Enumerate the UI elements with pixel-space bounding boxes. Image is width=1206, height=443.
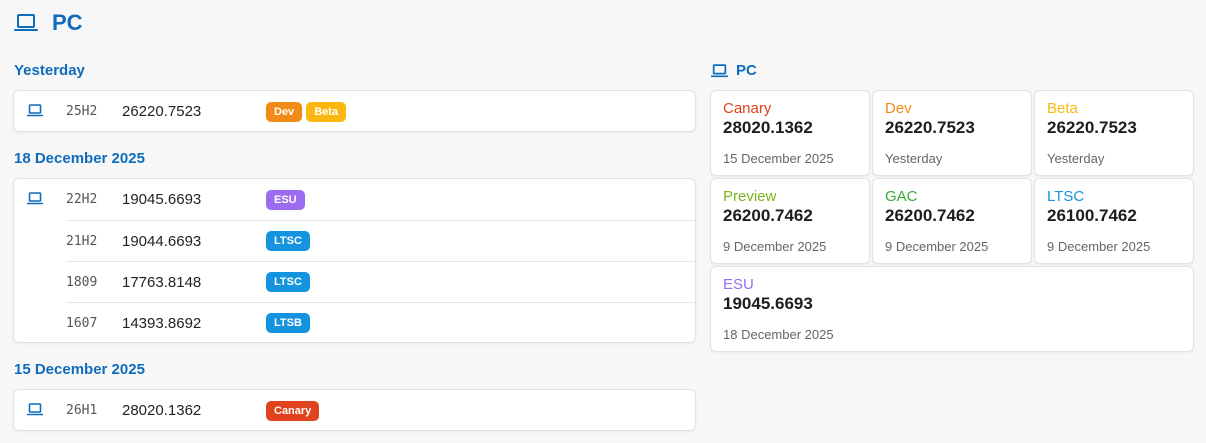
channel-date: 9 December 2025	[1047, 239, 1151, 254]
build-number: 19044.6693	[122, 232, 202, 250]
channel-build: 26220.7523	[1047, 118, 1137, 137]
channel-badge-esu[interactable]: ESU	[266, 189, 305, 210]
channel-badge-canary[interactable]: Canary	[266, 400, 320, 421]
laptop-icon	[711, 63, 728, 78]
channel-name: Dev	[885, 100, 912, 117]
channel-badge-ltsb[interactable]: LTSB	[266, 313, 310, 333]
channel-build: 26200.7462	[885, 206, 975, 225]
channel-build: 19045.6693	[723, 294, 813, 313]
laptop-icon	[26, 403, 44, 421]
channel-build: 26220.7523	[885, 118, 975, 137]
channel-badge-ltsc[interactable]: LTSC	[266, 231, 310, 251]
build-number: 26220.7523	[122, 103, 202, 120]
channel-name: Beta	[1047, 100, 1078, 117]
build-number: 14393.8692	[122, 314, 202, 332]
channel-tile-preview[interactable]: Preview 26200.7462 9 December 2025	[710, 178, 870, 264]
version-label: 25H2	[66, 104, 98, 119]
channel-tile-ltsc[interactable]: LTSC 26100.7462 9 December 2025	[1034, 178, 1194, 264]
channel-tile-dev[interactable]: Dev 26220.7523 Yesterday	[872, 90, 1032, 176]
release-row[interactable]: 25H2 26220.7523 Dev Beta	[14, 91, 695, 132]
laptop-icon	[14, 13, 38, 33]
release-group-card: 25H2 26220.7523 Dev Beta	[13, 90, 696, 132]
build-number: 28020.1362	[122, 402, 202, 419]
release-row[interactable]: 22H2 19045.6693 ESU	[14, 179, 695, 220]
laptop-icon	[26, 192, 44, 210]
release-row[interactable]: 26H1 28020.1362 Canary	[14, 390, 695, 431]
channel-build: 26100.7462	[1047, 206, 1137, 225]
version-label: 1607	[66, 315, 98, 331]
version-label: 26H1	[66, 403, 98, 418]
channel-name: LTSC	[1047, 188, 1085, 205]
channel-badge-dev[interactable]: Dev	[266, 101, 303, 122]
summary-title: PC	[736, 62, 757, 79]
laptop-icon	[26, 104, 44, 122]
build-number: 19045.6693	[122, 191, 202, 208]
channel-badge-ltsc[interactable]: LTSC	[266, 272, 310, 292]
version-label: 22H2	[66, 192, 98, 207]
release-group-card: 26H1 28020.1362 Canary	[13, 389, 696, 431]
channel-tile-esu[interactable]: ESU 19045.6693 18 December 2025	[710, 266, 1194, 352]
summary-header: PC	[711, 62, 757, 79]
channel-date: 9 December 2025	[885, 239, 989, 254]
channel-build: 26200.7462	[723, 206, 813, 225]
channel-tile-canary[interactable]: Canary 28020.1362 15 December 2025	[710, 90, 870, 176]
build-number: 17763.8148	[122, 273, 202, 291]
channel-name: Canary	[723, 100, 772, 117]
version-label: 1809	[66, 274, 98, 290]
release-row[interactable]: 21H2 19044.6693 LTSC	[66, 220, 695, 261]
channel-date: 15 December 2025	[723, 151, 834, 166]
channel-tile-beta[interactable]: Beta 26220.7523 Yesterday	[1034, 90, 1194, 176]
release-row[interactable]: 1809 17763.8148 LTSC	[66, 261, 695, 302]
release-row[interactable]: 1607 14393.8692 LTSB	[66, 302, 695, 343]
channel-date: Yesterday	[885, 151, 943, 166]
channel-date: Yesterday	[1047, 151, 1105, 166]
channel-tile-gac[interactable]: GAC 26200.7462 9 December 2025	[872, 178, 1032, 264]
date-heading-15-december: 15 December 2025	[14, 361, 145, 378]
date-heading-yesterday: Yesterday	[14, 62, 85, 79]
channel-name: GAC	[885, 188, 918, 205]
version-label: 21H2	[66, 233, 98, 249]
channel-name: Preview	[723, 188, 777, 205]
page-title: PC	[52, 10, 83, 35]
channel-build: 28020.1362	[723, 118, 813, 137]
release-group-card: 22H2 19045.6693 ESU 21H2 19044.6693 LTSC…	[13, 178, 696, 343]
channel-date: 9 December 2025	[723, 239, 827, 254]
channel-date: 18 December 2025	[723, 327, 834, 342]
channel-badge-beta[interactable]: Beta	[306, 101, 347, 122]
channel-name: ESU	[723, 276, 754, 293]
page-header: PC	[14, 10, 83, 36]
date-heading-18-december: 18 December 2025	[14, 150, 145, 167]
